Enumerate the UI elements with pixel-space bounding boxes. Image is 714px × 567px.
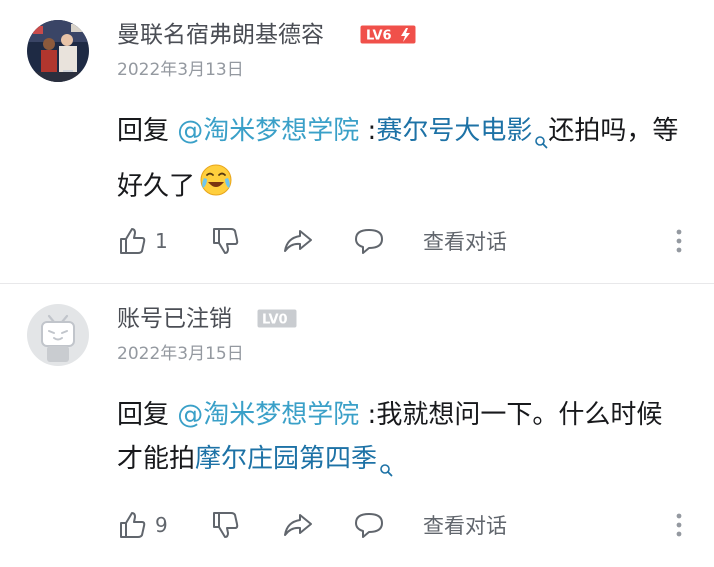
mention-link[interactable]: @淘米梦想学院 [177, 116, 359, 146]
more-vertical-icon [676, 513, 682, 537]
username[interactable]: 曼联名宿弗朗基德容 [117, 19, 324, 51]
thumbs-down-icon [213, 512, 239, 538]
thumbs-down-icon [213, 228, 239, 254]
share-icon [284, 230, 312, 252]
more-vertical-icon [676, 229, 682, 253]
like-button[interactable]: 1 [117, 218, 168, 264]
level-badge: LV0 [257, 309, 297, 328]
view-conversation-button[interactable]: 查看对话 [423, 218, 507, 264]
action-bar: 1 查看对话 [0, 218, 714, 264]
more-options-button[interactable] [672, 226, 686, 260]
svg-text:LV0: LV0 [262, 313, 288, 328]
share-icon [284, 514, 312, 536]
comment-bubble-icon [355, 229, 383, 254]
mention-link[interactable]: @淘米梦想学院 [177, 400, 359, 430]
share-button[interactable] [282, 502, 314, 548]
like-count: 9 [155, 513, 168, 537]
level-badge: LV6 [360, 25, 416, 44]
svg-text:LV6: LV6 [366, 29, 392, 44]
comment-date: 2022年3月15日 [117, 344, 244, 364]
share-button[interactable] [282, 218, 314, 264]
dislike-button[interactable] [210, 502, 240, 548]
reply-prefix: 回复 [117, 400, 178, 430]
avatar[interactable] [27, 20, 89, 82]
comment-text: 回复 @淘米梦想学院 :我就想问一下。什么时候才能拍摩尔庄园第四季 [117, 393, 687, 491]
reply-button[interactable] [353, 502, 385, 548]
view-conversation-label: 查看对话 [423, 230, 507, 254]
dislike-button[interactable] [210, 218, 240, 264]
thumbs-up-icon [120, 512, 146, 538]
search-icon [379, 447, 393, 491]
username[interactable]: 账号已注销 [117, 303, 232, 335]
comment-item: 账号已注销 LV0 2022年3月15日 回复 @淘米梦想学院 :我就想问一下。… [0, 283, 714, 567]
reply-prefix: 回复 [117, 116, 178, 146]
view-conversation-button[interactable]: 查看对话 [423, 502, 507, 548]
colon: : [359, 400, 377, 430]
colon: : [359, 116, 377, 146]
more-options-button[interactable] [672, 510, 686, 544]
comment-date: 2022年3月13日 [117, 60, 244, 80]
avatar[interactable] [27, 304, 89, 366]
action-bar: 9 查看对话 [0, 502, 714, 548]
search-icon [534, 119, 548, 163]
view-conversation-label: 查看对话 [423, 514, 507, 538]
topic-link[interactable]: 赛尔号大电影 [376, 116, 532, 146]
reply-button[interactable] [353, 218, 385, 264]
comment-text: 回复 @淘米梦想学院 :赛尔号大电影 还拍吗，等好久了 [117, 109, 687, 211]
like-count: 1 [155, 229, 168, 253]
thumbs-up-icon [120, 228, 146, 254]
like-button[interactable]: 9 [117, 502, 168, 548]
comment-item: 曼联名宿弗朗基德容 LV6 2022年3月13日 回复 @淘米梦想学院 :赛尔号… [0, 0, 714, 283]
comment-bubble-icon [355, 513, 383, 538]
crying-laughing-emoji-icon [199, 163, 233, 211]
topic-link[interactable]: 摩尔庄园第四季 [195, 444, 377, 474]
